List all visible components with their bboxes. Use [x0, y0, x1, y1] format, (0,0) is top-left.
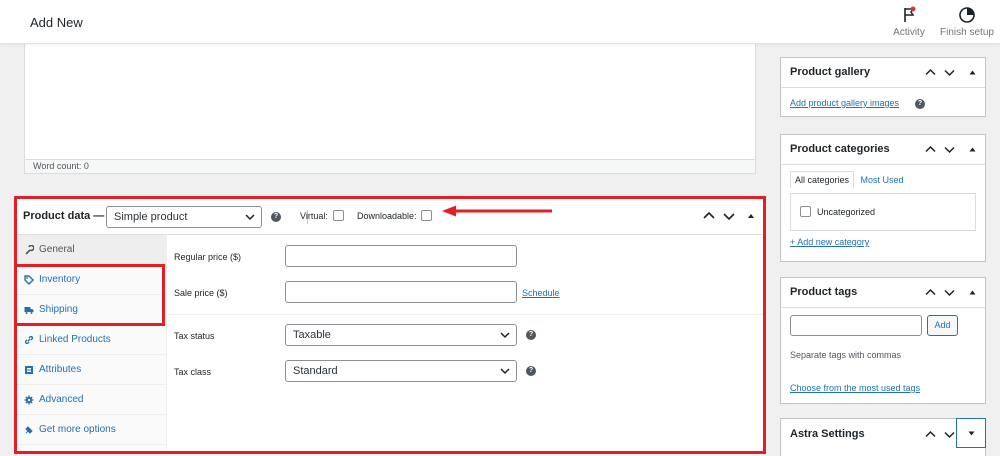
- product-data-label: Product data —: [23, 210, 105, 222]
- collapse-triangle-icon[interactable]: [967, 287, 978, 298]
- tab-label: Get more options: [39, 424, 116, 435]
- chevron-down-icon[interactable]: [944, 67, 955, 78]
- tab-linked-products[interactable]: Linked Products: [17, 325, 167, 355]
- activity-label: Activity: [893, 27, 925, 38]
- word-count: Word count: 0: [25, 159, 755, 173]
- downloadable-checkbox[interactable]: [421, 210, 432, 221]
- help-icon[interactable]: ?: [526, 330, 536, 340]
- tax-class-value: Standard: [293, 365, 338, 377]
- product-categories-box: Product categories All categories Most U…: [780, 134, 986, 262]
- tax-class-label: Tax class: [174, 367, 212, 377]
- help-icon[interactable]: ?: [526, 366, 536, 376]
- chevron-down-icon[interactable]: [944, 144, 955, 155]
- uncategorized-checkbox[interactable]: [800, 206, 811, 217]
- list-icon: [25, 366, 33, 374]
- tab-all-categories[interactable]: All categories: [790, 171, 855, 188]
- sale-price-input[interactable]: [285, 281, 517, 303]
- chevron-down-icon: [500, 368, 510, 375]
- choose-most-used-tags-link[interactable]: Choose from the most used tags: [790, 383, 920, 393]
- category-item-label: Uncategorized: [817, 207, 876, 217]
- product-tags-title: Product tags: [790, 286, 858, 298]
- tab-label: Linked Products: [39, 334, 111, 345]
- tax-status-value: Taxable: [293, 329, 331, 341]
- help-icon[interactable]: ?: [915, 99, 925, 109]
- category-tabs: All categories Most Used: [790, 171, 908, 188]
- divider: [167, 314, 763, 315]
- tab-label: Attributes: [39, 364, 82, 375]
- progress-circle-icon: [959, 7, 975, 23]
- page-title: Add New: [30, 15, 83, 30]
- help-icon[interactable]: ?: [271, 212, 281, 222]
- collapse-triangle-icon[interactable]: [967, 67, 978, 78]
- finish-setup-button[interactable]: Finish setup: [940, 6, 994, 38]
- content-editor[interactable]: Word count: 0: [24, 44, 756, 174]
- product-type-value: Simple product: [114, 211, 188, 223]
- activity-button[interactable]: Activity: [892, 6, 926, 38]
- regular-price-input[interactable]: [285, 245, 517, 267]
- virtual-label: Virtual:: [300, 211, 328, 221]
- astra-settings-box: Astra Settings: [780, 418, 986, 456]
- tag-input[interactable]: [790, 315, 922, 336]
- tab-general[interactable]: General: [17, 235, 167, 265]
- regular-price-label: Regular price ($): [174, 252, 242, 262]
- product-data-header: Product data — Simple product ? Virtual:…: [17, 199, 763, 235]
- top-bar: Add New Activity Finish setup: [0, 0, 1000, 44]
- product-tags-header: Product tags: [781, 278, 985, 308]
- schedule-link[interactable]: Schedule: [522, 288, 560, 298]
- chevron-down-icon[interactable]: [944, 287, 955, 298]
- chevron-down-icon: [500, 332, 510, 339]
- wrench-icon: [25, 245, 34, 255]
- category-list: Uncategorized: [790, 193, 976, 231]
- tab-most-used[interactable]: Most Used: [857, 172, 908, 188]
- tax-class-select[interactable]: Standard: [285, 360, 517, 382]
- chevron-up-icon[interactable]: [925, 144, 936, 155]
- add-tag-button[interactable]: Add: [927, 315, 958, 336]
- finish-setup-label: Finish setup: [940, 27, 994, 38]
- sale-price-label: Sale price ($): [174, 288, 228, 298]
- tax-status-label: Tax status: [174, 331, 215, 341]
- chevron-up-icon[interactable]: [925, 67, 936, 78]
- highlight-box: [14, 264, 165, 326]
- tab-get-more-options[interactable]: Get more options: [17, 415, 167, 445]
- annotation-arrow-icon: [442, 205, 552, 217]
- downloadable-label: Downloadable:: [357, 211, 417, 221]
- product-gallery-title: Product gallery: [790, 66, 871, 78]
- add-new-category-link[interactable]: + Add new category: [790, 237, 869, 247]
- chevron-up-icon[interactable]: [925, 287, 936, 298]
- gear-icon: [24, 395, 34, 405]
- product-gallery-box: Product gallery Add product gallery imag…: [780, 57, 986, 117]
- chevron-up-icon[interactable]: [703, 210, 715, 222]
- expand-triangle-icon: [968, 431, 975, 436]
- tab-attributes[interactable]: Attributes: [17, 355, 167, 385]
- astra-settings-title: Astra Settings: [790, 428, 865, 440]
- collapse-triangle-icon[interactable]: [967, 144, 978, 155]
- product-categories-title: Product categories: [790, 143, 890, 155]
- link-icon: [24, 335, 34, 345]
- toggle-panel-button[interactable]: [956, 418, 986, 448]
- tab-label: General: [39, 244, 75, 255]
- product-tags-box: Product tags Add Separate tags with comm…: [780, 277, 986, 404]
- product-categories-header: Product categories: [781, 135, 985, 165]
- add-gallery-images-link[interactable]: Add product gallery images: [790, 98, 899, 108]
- chevron-down-icon: [245, 214, 255, 221]
- tax-status-select[interactable]: Taxable: [285, 324, 517, 346]
- chevron-down-icon[interactable]: [723, 210, 735, 222]
- product-gallery-header: Product gallery: [781, 58, 985, 88]
- flag-icon: [904, 6, 916, 22]
- plugin-icon: [25, 426, 33, 434]
- chevron-down-icon[interactable]: [944, 429, 955, 440]
- virtual-checkbox[interactable]: [333, 210, 344, 221]
- tags-help-text: Separate tags with commas: [790, 350, 902, 360]
- chevron-up-icon[interactable]: [925, 429, 936, 440]
- tab-advanced[interactable]: Advanced: [17, 385, 167, 415]
- collapse-triangle-icon[interactable]: [745, 210, 757, 222]
- product-type-select[interactable]: Simple product: [106, 206, 262, 228]
- tab-label: Advanced: [39, 394, 84, 405]
